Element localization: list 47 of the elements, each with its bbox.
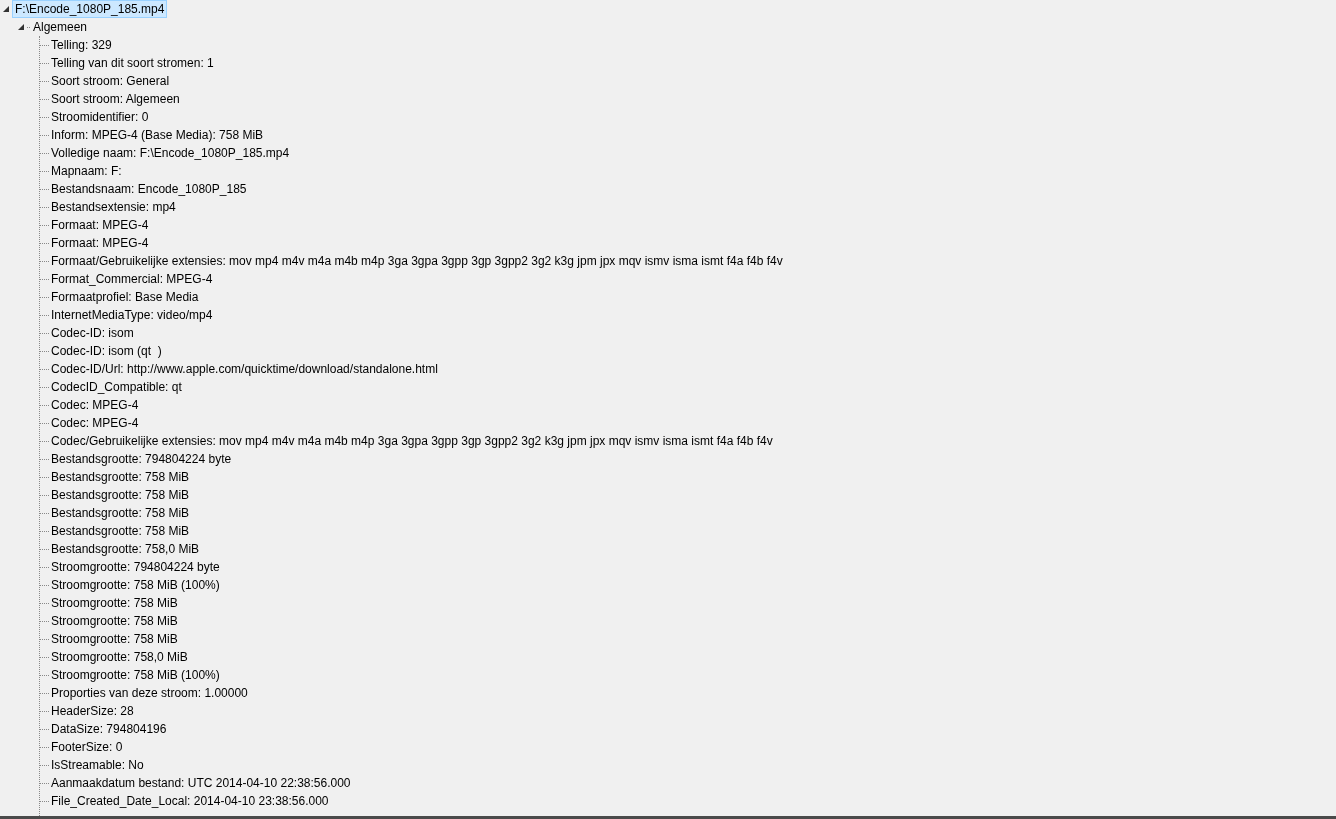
tree-item[interactable]: Bestandsextensie: mp4 [49,198,179,216]
tree-item[interactable]: DataSize: 794804196 [49,720,170,738]
tree-item[interactable]: Bestandsgrootte: 758 MiB [49,522,193,540]
tree-item[interactable]: Stroomgrootte: 758 MiB [49,594,181,612]
tree-item[interactable]: Telling: 329 [49,36,115,54]
tree-item[interactable]: HeaderSize: 28 [49,702,137,720]
tree-item[interactable]: Formaatprofiel: Base Media [49,288,202,306]
tree-item[interactable]: Telling van dit soort stromen: 1 [49,54,217,72]
tree-item[interactable]: Codec: MPEG-4 [49,396,142,414]
tree-item[interactable]: Stroomgrootte: 794804224 byte [49,558,223,576]
tree-item[interactable]: Stroomidentifier: 0 [49,108,152,126]
tree-item[interactable]: Algemeen [30,18,91,36]
tree-item[interactable]: Formaat/Gebruikelijke extensies: mov mp4 m4v m4a m4b m4p 3ga 3gpa 3gpp 3gp 3gpp2 3g2 k3g jpm jpx mqv ismv isma ismt f4a f4b f4v [49,252,786,270]
tree-item[interactable]: Stroomgrootte: 758 MiB (100%) [49,576,223,594]
tree-item[interactable]: FooterSize: 0 [49,738,126,756]
expand-icon[interactable] [3,5,10,13]
tree-item[interactable]: Bestandsgrootte: 758,0 MiB [49,540,203,558]
tree-item[interactable]: Bestandsgrootte: 758 MiB [49,468,193,486]
tree-item[interactable]: Stroomgrootte: 758 MiB [49,630,181,648]
tree-item[interactable]: Stroomgrootte: 758,0 MiB [49,648,191,666]
expand-icon[interactable] [18,23,25,31]
tree-item[interactable]: Codec-ID/Url: http://www.apple.com/quicktime/download/standalone.html [49,360,441,378]
tree-item[interactable]: Inform: MPEG-4 (Base Media): 758 MiB [49,126,267,144]
tree-item[interactable]: Proporties van deze stroom: 1.00000 [49,684,251,702]
tree-item[interactable]: Bestandsgrootte: 794804224 byte [49,450,235,468]
tree-item[interactable]: Format_Commercial: MPEG-4 [49,270,216,288]
tree-item[interactable]: CodecID_Compatible: qt [49,378,185,396]
tree-item[interactable]: Codec-ID: isom [49,324,137,342]
tree-item[interactable]: Bestandsgrootte: 758 MiB [49,486,193,504]
tree-item[interactable]: Codec: MPEG-4 [49,414,142,432]
tree-item[interactable]: Volledige naam: F:\Encode_1080P_185.mp4 [49,144,293,162]
tree-item[interactable]: Soort stroom: General [49,72,173,90]
tree-item[interactable]: Soort stroom: Algemeen [49,90,183,108]
tree-item[interactable]: Bestandsnaam: Encode_1080P_185 [49,180,250,198]
tree-item[interactable]: InternetMediaType: video/mp4 [49,306,216,324]
tree-item[interactable]: Stroomgrootte: 758 MiB [49,612,181,630]
tree-item[interactable]: Mapnaam: F: [49,162,125,180]
tree-item[interactable]: Aanmaakdatum bestand: UTC 2014-04-10 22:38:56.000 [49,774,354,792]
tree-item[interactable]: Formaat: MPEG-4 [49,234,152,252]
tree-item[interactable]: Codec/Gebruikelijke extensies: mov mp4 m4v m4a m4b m4p 3ga 3gpa 3gpp 3gp 3gpp2 3g2 k3g jpm jpx mqv ismv isma ismt f4a f4b f4v [49,432,776,450]
tree-item[interactable]: F:\Encode_1080P_185.mp4 [12,0,168,18]
tree-item[interactable]: Codec-ID: isom (qt ) [49,342,165,360]
tree-item[interactable]: File_Created_Date_Local: 2014-04-10 23:38:56.000 [49,792,332,810]
tree-item[interactable]: IsStreamable: No [49,756,147,774]
tree-item[interactable]: Bestandsgrootte: 758 MiB [49,504,193,522]
tree-item[interactable]: Stroomgrootte: 758 MiB (100%) [49,666,223,684]
tree-item[interactable]: Formaat: MPEG-4 [49,216,152,234]
